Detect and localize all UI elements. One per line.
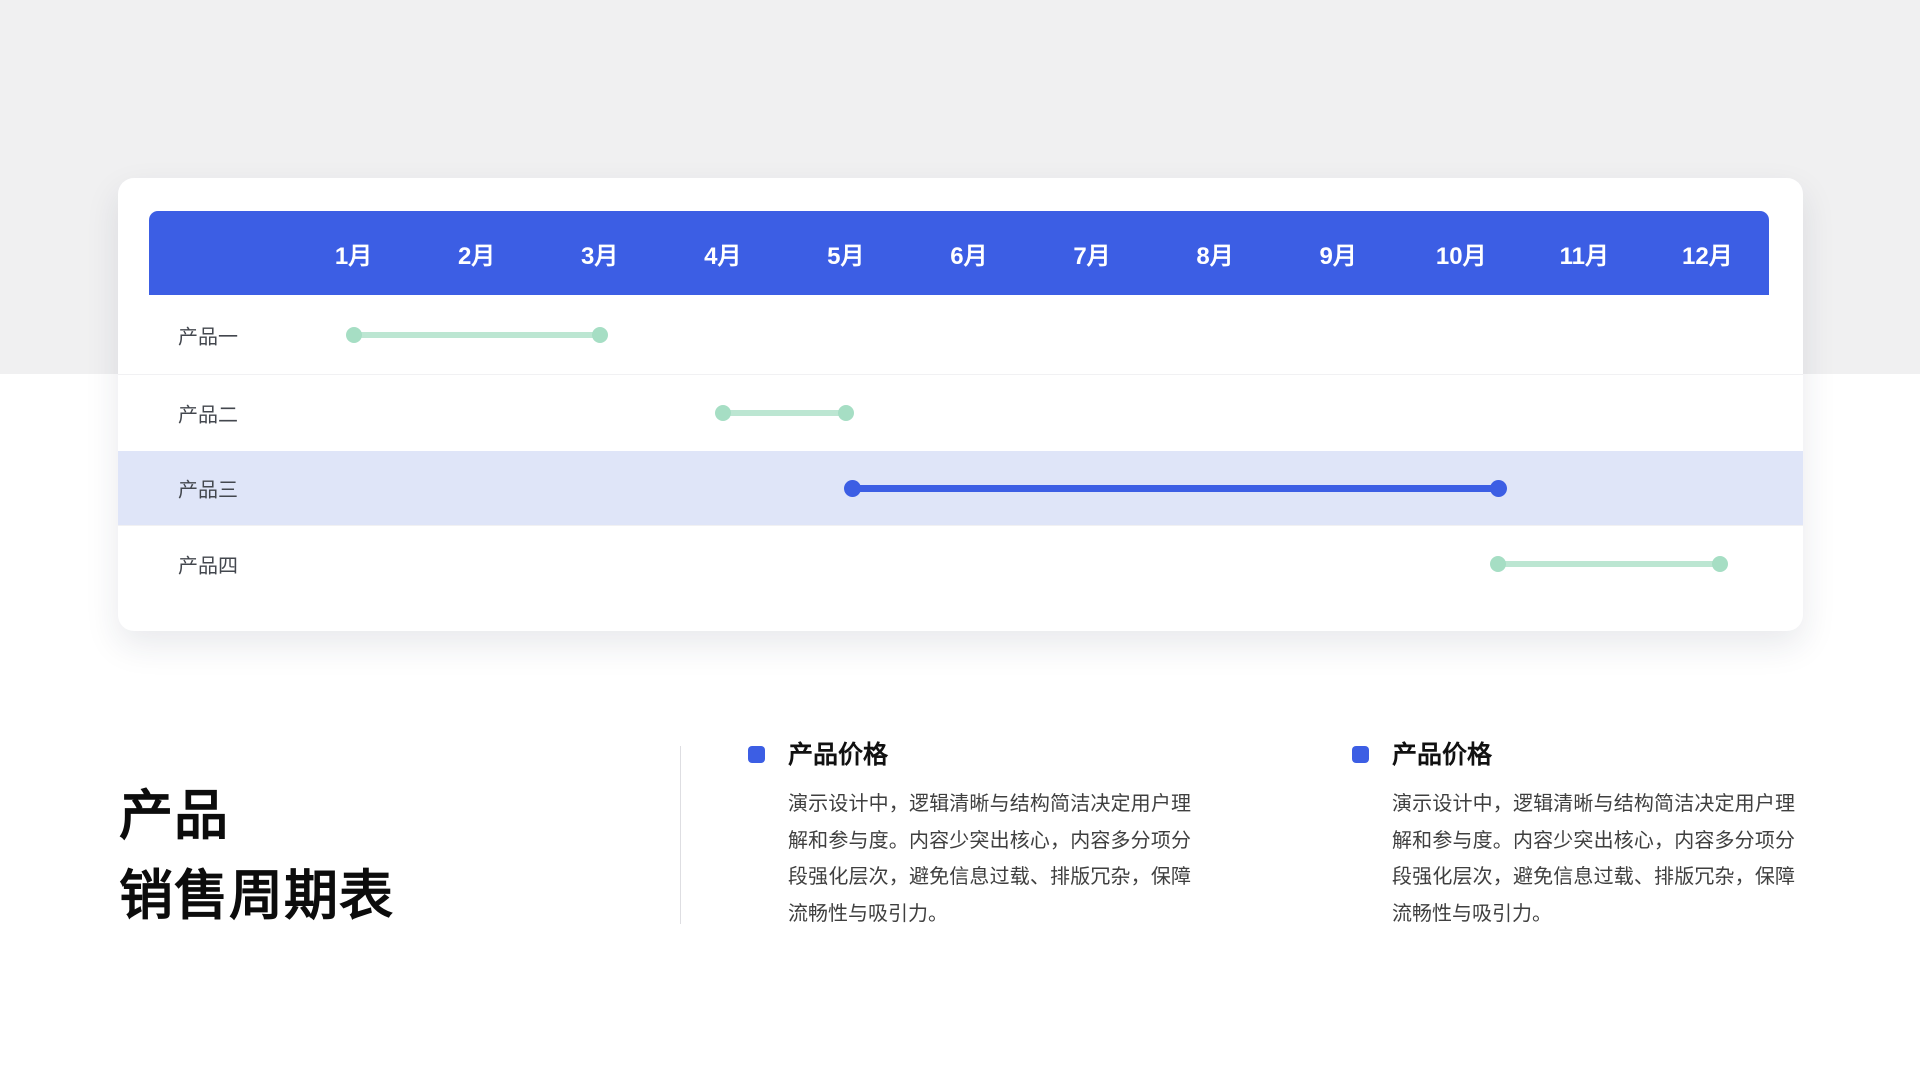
gantt-rows: 产品一产品二产品三产品四 [118,295,1803,602]
bullet-square-icon [1352,746,1369,763]
page-title-line1: 产品 [119,786,229,846]
text-block-2-heading: 产品价格 [1392,740,1492,770]
text-block-2-header: 产品价格 [1352,740,1804,770]
bar-line [1498,561,1719,567]
bar-endpoint-dot [715,405,731,421]
bar-endpoint-dot [1490,556,1506,572]
vertical-divider [680,746,681,924]
gantt-row-产品三: 产品三 [118,451,1803,525]
month-label: 6月 [907,211,1030,295]
bar-endpoint-dot [838,405,854,421]
row-label: 产品二 [178,399,238,428]
text-block-1-heading: 产品价格 [788,740,888,770]
month-header-spacer [149,211,292,295]
month-label: 9月 [1277,211,1400,295]
text-block-1-header: 产品价格 [748,740,1200,770]
month-label: 1月 [292,211,415,295]
bar-line [852,485,1499,492]
timeline-bar [844,451,1507,525]
bar-line [723,410,846,416]
bar-endpoint-dot [346,327,362,343]
gantt-row-产品二: 产品二 [118,374,1803,451]
page-title-line2: 销售周期表 [119,866,394,926]
month-labels: 1月2月3月4月5月6月7月8月9月10月11月12月 [292,211,1769,295]
month-label: 5月 [784,211,907,295]
row-label: 产品一 [178,320,238,349]
month-label: 10月 [1400,211,1523,295]
row-label: 产品四 [178,550,238,579]
gantt-row-产品四: 产品四 [118,525,1803,602]
month-label: 3月 [538,211,661,295]
month-label: 11月 [1523,211,1646,295]
row-label: 产品三 [178,474,238,503]
page-title: 产品 销售周期表 [119,776,394,936]
timeline-bar [715,375,854,451]
bar-line [354,332,600,338]
text-block-1-body: 演示设计中，逻辑清晰与结构简洁决定用户理解和参与度。内容少突出核心，内容多分项分… [788,786,1191,932]
month-label: 2月 [415,211,538,295]
bar-endpoint-dot [1712,556,1728,572]
month-label: 8月 [1154,211,1277,295]
bar-endpoint-dot [1490,480,1507,497]
text-block-2-body: 演示设计中，逻辑清晰与结构简洁决定用户理解和参与度。内容少突出核心，内容多分项分… [1392,786,1795,932]
timeline-bar [346,295,608,374]
gantt-month-header: 1月2月3月4月5月6月7月8月9月10月11月12月 [149,211,1769,295]
gantt-row-产品一: 产品一 [118,295,1803,374]
text-block-2: 产品价格 演示设计中，逻辑清晰与结构简洁决定用户理解和参与度。内容少突出核心，内… [1352,740,1804,932]
slide: 1月2月3月4月5月6月7月8月9月10月11月12月 产品一产品二产品三产品四… [0,0,1920,1080]
text-block-1: 产品价格 演示设计中，逻辑清晰与结构简洁决定用户理解和参与度。内容少突出核心，内… [748,740,1200,932]
bar-endpoint-dot [592,327,608,343]
month-label: 4月 [661,211,784,295]
bullet-square-icon [748,746,765,763]
bar-endpoint-dot [844,480,861,497]
month-label: 7月 [1030,211,1153,295]
month-label: 12月 [1646,211,1769,295]
timeline-bar [1490,526,1727,602]
gantt-card: 1月2月3月4月5月6月7月8月9月10月11月12月 产品一产品二产品三产品四 [118,178,1803,631]
